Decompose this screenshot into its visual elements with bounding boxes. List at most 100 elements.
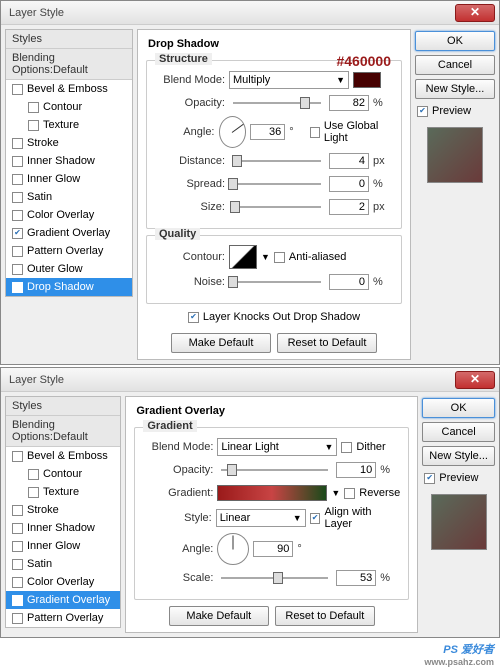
style-item[interactable]: Inner Glow [6, 537, 120, 555]
style-item[interactable]: Texture [6, 116, 132, 134]
angle-dial[interactable] [219, 116, 247, 148]
distance-input[interactable]: 4 [329, 153, 369, 169]
style-checkbox[interactable] [12, 84, 23, 95]
style-item[interactable]: Contour [6, 98, 132, 116]
style-item[interactable]: Drop Shadow [6, 278, 132, 296]
center-panel: Drop Shadow Structure #460000 Blend Mode… [137, 29, 411, 360]
chevron-down-icon[interactable]: ▼ [261, 252, 270, 262]
sidebar-head[interactable]: Styles [6, 397, 120, 416]
chevron-down-icon[interactable]: ▼ [331, 488, 340, 498]
spread-slider[interactable] [233, 177, 321, 191]
style-checkbox[interactable] [12, 156, 23, 167]
opacity-slider[interactable] [221, 463, 328, 477]
style-checkbox[interactable] [12, 138, 23, 149]
blend-mode-select[interactable]: Linear Light▼ [217, 438, 337, 456]
anti-alias-checkbox[interactable] [274, 252, 285, 263]
style-checkbox[interactable] [28, 487, 39, 498]
style-item[interactable]: Pattern Overlay [6, 609, 120, 627]
preview-checkbox[interactable] [417, 106, 428, 117]
reset-default-button[interactable]: Reset to Default [277, 333, 377, 353]
style-checkbox[interactable] [12, 246, 23, 257]
style-item[interactable]: Bevel & Emboss [6, 80, 132, 98]
style-checkbox[interactable] [28, 469, 39, 480]
opacity-input[interactable]: 82 [329, 95, 369, 111]
style-item[interactable]: Inner Glow [6, 170, 132, 188]
style-item[interactable]: Gradient Overlay [6, 591, 120, 609]
style-label: Gradient Overlay [27, 594, 110, 606]
style-checkbox[interactable] [12, 577, 23, 588]
sidebar-subhead[interactable]: Blending Options:Default [6, 49, 132, 80]
size-input[interactable]: 2 [329, 199, 369, 215]
ok-button[interactable]: OK [422, 398, 495, 418]
angle-dial[interactable] [217, 533, 249, 565]
style-select[interactable]: Linear▼ [216, 509, 306, 527]
distance-slider[interactable] [233, 154, 321, 168]
angle-input[interactable]: 90 [253, 541, 293, 557]
style-item[interactable]: Color Overlay [6, 573, 120, 591]
contour-picker[interactable] [229, 245, 257, 269]
sidebar-subhead[interactable]: Blending Options:Default [6, 416, 120, 447]
align-checkbox[interactable] [310, 513, 321, 524]
style-checkbox[interactable] [12, 595, 23, 606]
style-item[interactable]: Contour [6, 465, 120, 483]
cancel-button[interactable]: Cancel [415, 55, 495, 75]
style-checkbox[interactable] [12, 523, 23, 534]
style-checkbox[interactable] [12, 282, 23, 293]
gradient-picker[interactable] [217, 485, 327, 501]
dither-checkbox[interactable] [341, 442, 352, 453]
style-checkbox[interactable] [12, 613, 23, 624]
style-checkbox[interactable] [12, 505, 23, 516]
style-item[interactable]: Stroke [6, 134, 132, 152]
reset-default-button[interactable]: Reset to Default [275, 606, 375, 626]
color-swatch[interactable] [353, 72, 381, 88]
reverse-checkbox[interactable] [344, 488, 355, 499]
style-item[interactable]: Stroke [6, 501, 120, 519]
noise-input[interactable]: 0 [329, 274, 369, 290]
spread-input[interactable]: 0 [329, 176, 369, 192]
make-default-button[interactable]: Make Default [171, 333, 271, 353]
style-item[interactable]: Gradient Overlay [6, 224, 132, 242]
watermark: PS 爱好者www.psahz.com [0, 638, 500, 669]
size-slider[interactable] [233, 200, 321, 214]
knocks-out-checkbox[interactable] [188, 312, 199, 323]
opacity-input[interactable]: 10 [336, 462, 376, 478]
close-button[interactable]: ✕ [455, 4, 495, 22]
global-light-checkbox[interactable] [310, 127, 320, 138]
new-style-button[interactable]: New Style... [415, 79, 495, 99]
style-item[interactable]: Color Overlay [6, 206, 132, 224]
make-default-button[interactable]: Make Default [169, 606, 269, 626]
style-item[interactable]: Satin [6, 555, 120, 573]
scale-input[interactable]: 53 [336, 570, 376, 586]
style-checkbox[interactable] [28, 102, 39, 113]
angle-input[interactable]: 36 [250, 124, 285, 140]
style-item[interactable]: Texture [6, 483, 120, 501]
layer-style-dialog-gradient-overlay: Layer Style ✕ Styles Blending Options:De… [0, 367, 500, 638]
style-item[interactable]: Bevel & Emboss [6, 447, 120, 465]
style-checkbox[interactable] [28, 120, 39, 131]
style-checkbox[interactable] [12, 451, 23, 462]
style-checkbox[interactable] [12, 264, 23, 275]
scale-slider[interactable] [221, 571, 328, 585]
style-label: Gradient Overlay [27, 227, 110, 239]
noise-slider[interactable] [233, 275, 321, 289]
style-item[interactable]: Outer Glow [6, 260, 132, 278]
style-item[interactable]: Inner Shadow [6, 152, 132, 170]
opacity-slider[interactable] [233, 96, 321, 110]
cancel-button[interactable]: Cancel [422, 422, 495, 442]
style-checkbox[interactable] [12, 192, 23, 203]
style-checkbox[interactable] [12, 559, 23, 570]
style-item[interactable]: Inner Shadow [6, 519, 120, 537]
preview-checkbox[interactable] [424, 473, 435, 484]
sidebar-head[interactable]: Styles [6, 30, 132, 49]
style-checkbox[interactable] [12, 228, 23, 239]
ok-button[interactable]: OK [415, 31, 495, 51]
style-checkbox[interactable] [12, 174, 23, 185]
close-button[interactable]: ✕ [455, 371, 495, 389]
style-checkbox[interactable] [12, 210, 23, 221]
style-item[interactable]: Satin [6, 188, 132, 206]
style-checkbox[interactable] [12, 541, 23, 552]
blend-mode-select[interactable]: Multiply▼ [229, 71, 349, 89]
style-label: Bevel & Emboss [27, 83, 108, 95]
new-style-button[interactable]: New Style... [422, 446, 495, 466]
style-item[interactable]: Pattern Overlay [6, 242, 132, 260]
